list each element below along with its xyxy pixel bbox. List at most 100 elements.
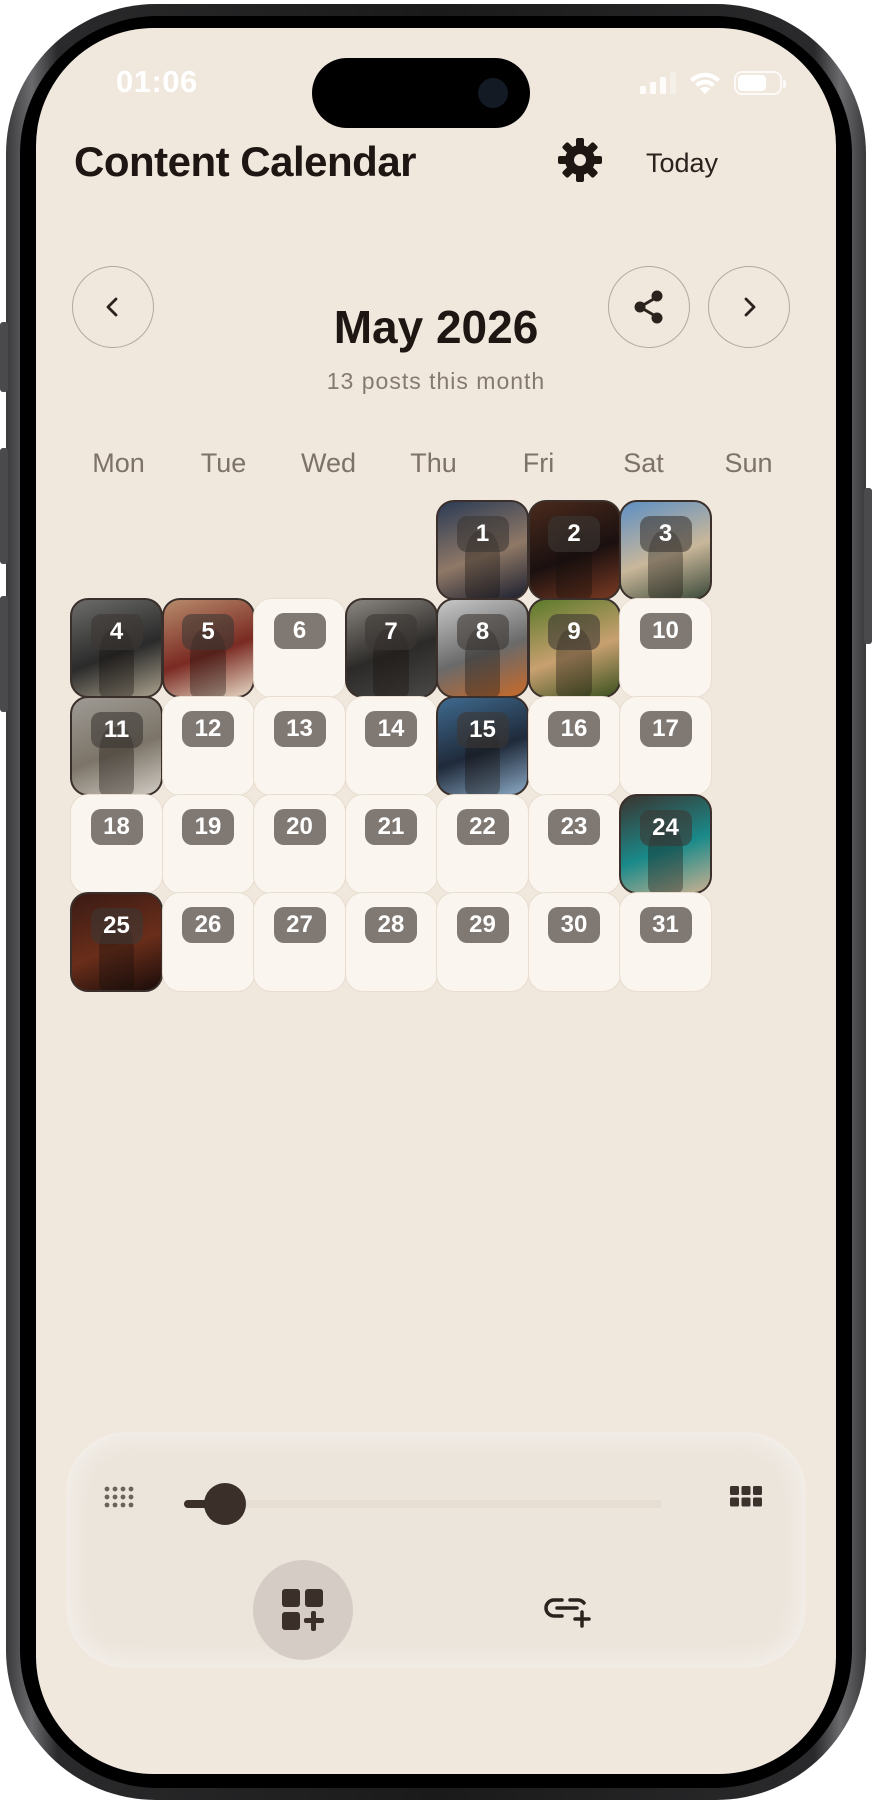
small-grid-button[interactable]	[102, 1484, 136, 1523]
large-grid-button[interactable]	[728, 1482, 764, 1523]
day-number: 4	[90, 614, 143, 650]
day-number: 11	[90, 712, 143, 748]
day-number: 26	[182, 907, 234, 943]
day-number: 28	[365, 907, 417, 943]
chevron-right-icon	[744, 297, 756, 317]
dynamic-island	[312, 58, 530, 128]
calendar-day[interactable]: 30	[527, 892, 621, 992]
day-number: 9	[548, 614, 600, 650]
calendar-day-with-post[interactable]: 3	[619, 500, 712, 600]
weekday-label: Fri	[522, 448, 555, 478]
calendar-day[interactable]: 31	[619, 892, 712, 992]
calendar-day[interactable]: 22	[436, 794, 529, 894]
day-number: 24	[639, 810, 692, 846]
day-number: 7	[365, 614, 417, 650]
weekday-label: Sun	[724, 448, 773, 478]
day-number: 19	[182, 809, 234, 845]
bottom-toolbar	[66, 1432, 806, 1668]
gear-icon	[558, 138, 602, 182]
weekday-label: Thu	[410, 448, 457, 478]
day-number: 2	[548, 516, 600, 552]
calendar-day-with-post[interactable]: 4	[70, 598, 163, 698]
day-number: 22	[456, 809, 509, 845]
day-number: 17	[639, 711, 692, 747]
page-title: Content Calendar	[74, 138, 417, 185]
calendar-day[interactable]: 14	[344, 696, 438, 796]
calendar-day[interactable]: 20	[253, 794, 346, 894]
calendar-day[interactable]: 13	[253, 696, 346, 796]
calendar-day-with-post[interactable]: 9	[527, 598, 621, 698]
small-grid-icon	[104, 1486, 134, 1508]
day-number: 5	[182, 614, 234, 650]
status-icons	[640, 70, 786, 96]
day-number: 23	[548, 809, 600, 845]
calendar-day[interactable]: 27	[253, 892, 346, 992]
day-number: 14	[365, 711, 417, 747]
status-time: 01:06	[116, 64, 198, 99]
app-screen: 01:06 Content Calendar Today May 2026 13…	[36, 28, 836, 1774]
battery-icon	[734, 71, 786, 95]
share-button[interactable]	[608, 266, 690, 348]
calendar-day[interactable]: 17	[619, 696, 712, 796]
day-number: 20	[273, 809, 326, 845]
calendar-day-with-post[interactable]: 2	[527, 500, 621, 600]
calendar-day[interactable]: 23	[527, 794, 621, 894]
calendar-day-with-post[interactable]: 5	[161, 598, 255, 698]
settings-button[interactable]	[556, 136, 604, 184]
power-button	[864, 488, 872, 644]
day-number: 21	[365, 809, 417, 845]
day-number: 3	[639, 516, 692, 552]
large-grid-icon	[730, 1486, 762, 1507]
add-grid-button[interactable]	[253, 1560, 353, 1660]
calendar-day-with-post[interactable]: 1	[436, 500, 529, 600]
calendar-day[interactable]: 12	[161, 696, 255, 796]
day-number: 6	[273, 613, 326, 649]
day-number: 10	[639, 613, 692, 649]
add-link-icon	[544, 1598, 591, 1628]
day-number: 27	[273, 907, 326, 943]
calendar-day[interactable]: 18	[70, 794, 163, 894]
day-number: 29	[456, 907, 509, 943]
calendar-day[interactable]: 29	[436, 892, 529, 992]
grid-size-slider[interactable]	[184, 1483, 662, 1525]
weekday-label: Tue	[200, 448, 247, 478]
calendar-day[interactable]: 10	[619, 598, 712, 698]
slider-thumb[interactable]	[203, 1483, 246, 1525]
camera-icon	[478, 78, 508, 108]
calendar-day-with-post[interactable]: 15	[436, 696, 529, 796]
day-number: 25	[90, 908, 143, 944]
calendar-day[interactable]: 19	[161, 794, 255, 894]
calendar-day[interactable]: 26	[161, 892, 255, 992]
next-month-button[interactable]	[708, 266, 790, 348]
calendar-day[interactable]: 16	[527, 696, 621, 796]
signal-icon	[640, 72, 676, 94]
today-button[interactable]: Today	[646, 148, 718, 179]
day-number: 13	[273, 711, 326, 747]
volume-up-button	[0, 448, 8, 564]
wifi-icon	[690, 72, 720, 94]
weekday-header: Mon Tue Wed Thu Fri Sat Sun	[66, 448, 801, 479]
weekday-label: Sat	[623, 448, 664, 478]
calendar-day-with-post[interactable]: 7	[344, 598, 438, 698]
add-link-button[interactable]	[541, 1582, 597, 1638]
day-number: 12	[182, 711, 234, 747]
day-number: 15	[456, 712, 509, 748]
day-number: 1	[456, 516, 509, 552]
calendar-day[interactable]: 21	[344, 794, 438, 894]
posts-count: 13 posts this month	[326, 368, 546, 394]
calendar-day-with-post[interactable]: 25	[70, 892, 163, 992]
add-grid-icon	[282, 1589, 324, 1631]
day-number: 31	[639, 907, 692, 943]
action-button	[0, 322, 8, 392]
volume-down-button	[0, 596, 8, 712]
calendar-day-with-post[interactable]: 24	[619, 794, 712, 894]
day-number: 8	[456, 614, 509, 650]
share-icon	[634, 290, 663, 324]
calendar-day-with-post[interactable]: 8	[436, 598, 529, 698]
calendar-day-with-post[interactable]: 11	[70, 696, 163, 796]
day-number: 30	[548, 907, 600, 943]
calendar-day[interactable]: 6	[253, 598, 346, 698]
calendar-day[interactable]: 28	[344, 892, 438, 992]
weekday-label: Mon	[92, 448, 145, 478]
day-number: 18	[90, 809, 143, 845]
